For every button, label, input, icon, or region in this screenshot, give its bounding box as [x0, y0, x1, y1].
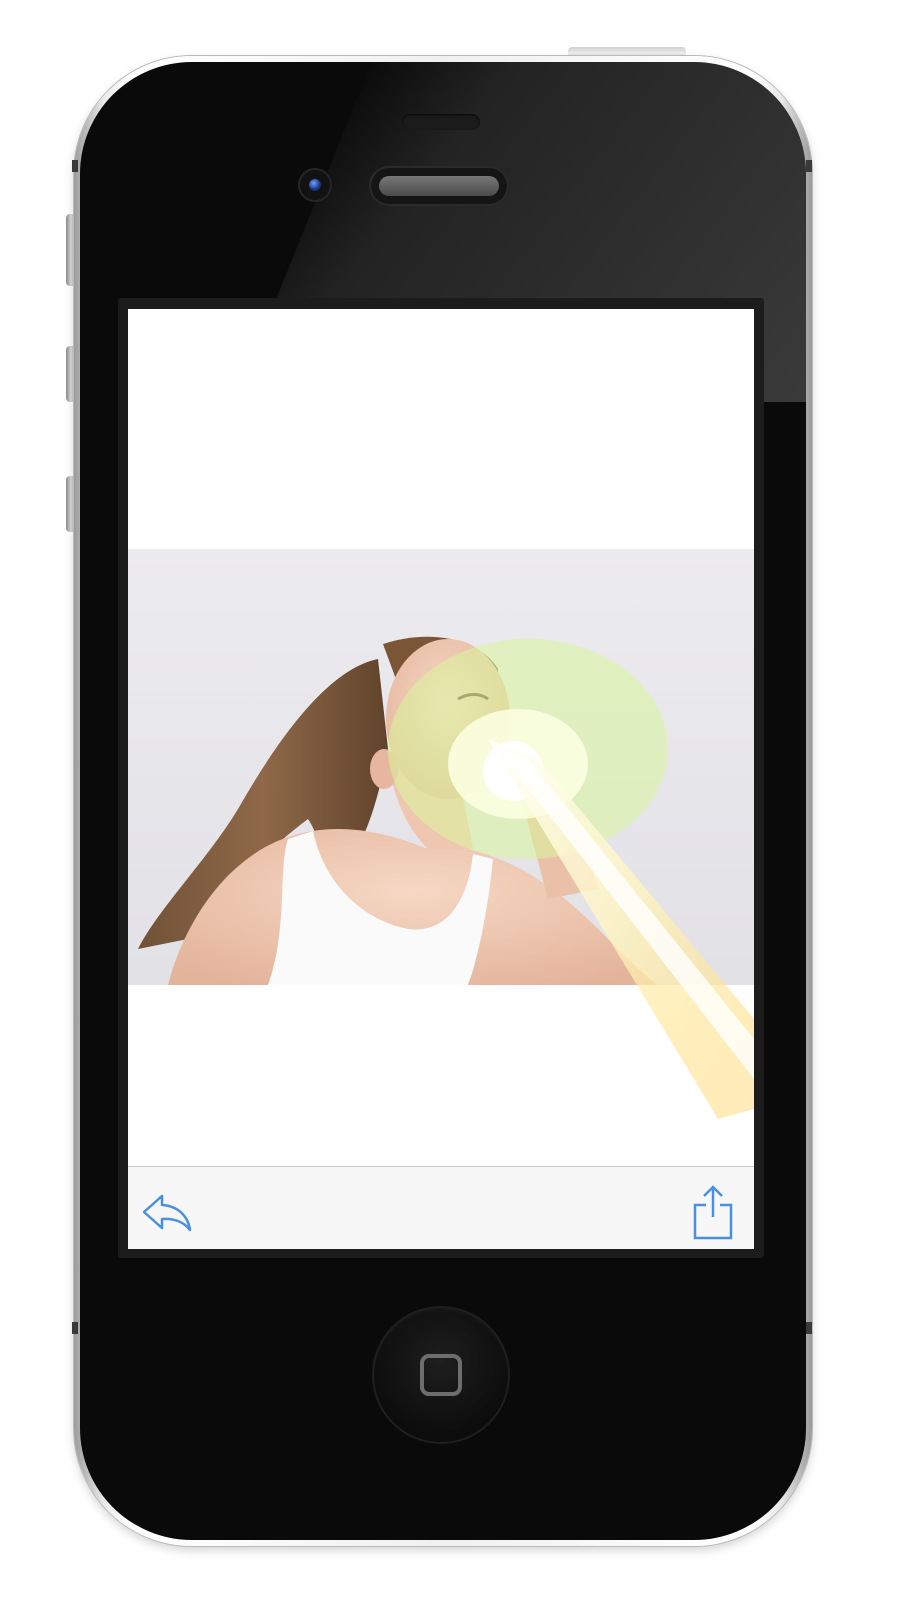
- screen: [128, 309, 754, 1249]
- proximity-sensor: [402, 114, 480, 130]
- antenna-band: [72, 160, 78, 172]
- speaker-grill: [379, 176, 499, 196]
- antenna-band: [72, 1322, 78, 1334]
- camera-lens: [309, 179, 321, 191]
- bottom-toolbar: [128, 1166, 754, 1249]
- share-icon[interactable]: [686, 1185, 740, 1240]
- antenna-band: [806, 160, 812, 172]
- device-mockup: [0, 0, 900, 1600]
- reply-arrow-icon[interactable]: [140, 1185, 194, 1239]
- home-button[interactable]: [372, 1306, 510, 1444]
- photo-illustration: [138, 636, 668, 985]
- edited-photo[interactable]: [128, 549, 754, 985]
- earpiece-speaker: [369, 166, 509, 206]
- front-camera: [298, 168, 332, 202]
- antenna-band: [806, 1322, 812, 1334]
- home-square-icon: [420, 1354, 462, 1396]
